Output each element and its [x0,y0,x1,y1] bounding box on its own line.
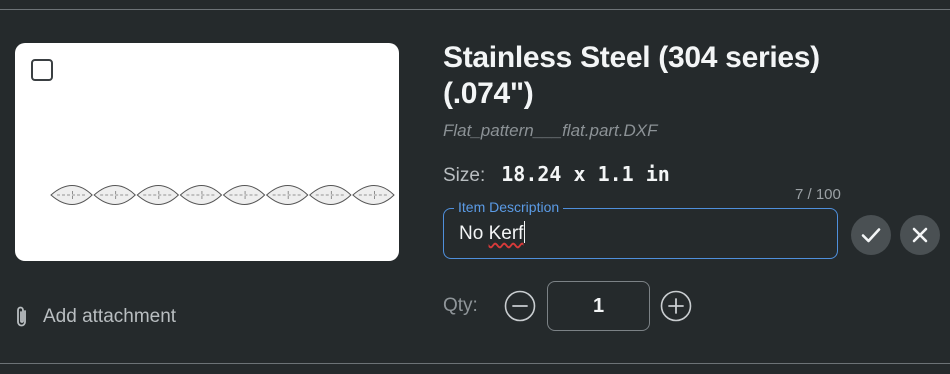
character-counter: 7 / 100 [795,186,841,203]
text-caret [524,221,526,243]
quantity-label: Qty: [443,295,478,316]
material-title: Stainless Steel (304 series) (.074") [443,41,820,110]
add-attachment-label: Add attachment [43,306,177,327]
flat-pattern-drawing [50,185,395,205]
size-row: Size: 18.24 x 1.1 in [443,162,670,187]
size-value: 18.24 x 1.1 in [501,162,670,186]
quantity-input[interactable]: 1 [547,281,650,331]
item-description-field[interactable]: Item Description No Kerf [443,198,838,259]
part-filename: Flat_pattern___flat.part.DXF [443,121,658,140]
bottom-divider [0,363,950,364]
confirm-description-button[interactable] [851,215,891,255]
top-divider [0,9,950,10]
minus-circle-icon[interactable] [504,290,536,322]
add-attachment-button[interactable]: Add attachment [13,304,176,330]
paperclip-icon [17,306,26,327]
description-text-plain: No [459,223,489,244]
item-description-legend: Item Description [454,198,564,216]
item-description-input[interactable]: No Kerf [459,221,526,245]
select-checkbox[interactable] [31,59,53,81]
part-preview-card[interactable] [15,43,399,261]
size-label: Size: [443,165,486,186]
plus-circle-icon[interactable] [660,290,692,322]
cart-item-panel: Add attachment Stainless Steel (304 seri… [0,0,950,374]
check-icon [861,228,881,243]
description-text-misspelled: Kerf [488,223,524,244]
close-icon [912,227,928,243]
cancel-description-button[interactable] [900,215,940,255]
